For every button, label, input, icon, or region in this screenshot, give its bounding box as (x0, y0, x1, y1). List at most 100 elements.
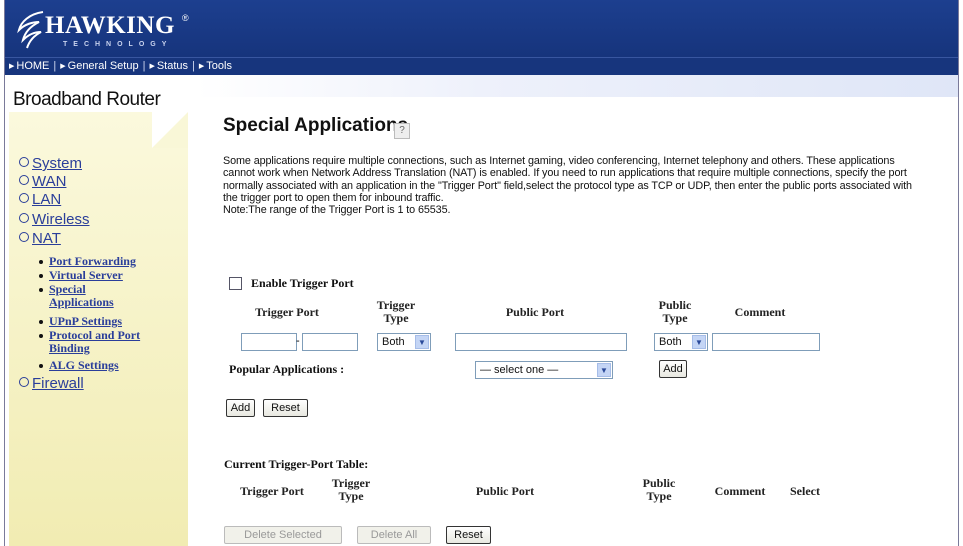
header-trigger-type-line1: Trigger (376, 298, 416, 312)
header-comment: Comment (734, 305, 786, 319)
table-header-trigger-type: Trigger Type (329, 477, 373, 503)
nav-home[interactable]: ▶ HOME (5, 58, 53, 75)
bullet-dot-icon (39, 334, 43, 338)
registered-mark: ® (182, 13, 189, 23)
public-port-input[interactable] (455, 333, 627, 351)
table-header-public-port: Public Port (475, 484, 535, 498)
sidebar-subitem-label: Protocol and Port Binding (49, 328, 141, 355)
table-header-public-type-line2: Type (646, 489, 672, 503)
nav-status-label: Status (156, 60, 189, 72)
sidebar-item-wan[interactable]: WAN (19, 173, 66, 190)
delete-all-button[interactable]: Delete All (357, 526, 431, 544)
table-header-trigger-type-line1: Trigger (331, 476, 371, 490)
sidebar-item-label: WAN (32, 173, 67, 190)
header-public-type-line2: Type (662, 311, 688, 325)
sidebar-subitem-alg-settings[interactable]: ALG Settings (39, 359, 184, 372)
chevron-down-icon: ▼ (415, 335, 429, 349)
add-button[interactable]: Add (226, 399, 255, 417)
public-type-value: Both (659, 336, 682, 348)
popular-applications-label: Popular Applications : (229, 362, 345, 376)
sidebar-subitem-label: Virtual Server (49, 268, 123, 282)
sidebar-item-wireless[interactable]: Wireless (19, 211, 90, 228)
reset-button[interactable]: Reset (263, 399, 308, 417)
circle-bullet-icon (19, 213, 29, 223)
trigger-port-end-input[interactable] (302, 333, 358, 351)
header-bar: HAWKING ® TECHNOLOGY (5, 0, 958, 57)
bullet-dot-icon (39, 260, 43, 264)
hawking-logo: HAWKING ® TECHNOLOGY (15, 6, 205, 52)
table-header-comment: Comment (714, 484, 766, 498)
sidebar-subitem-upnp-settings[interactable]: UPnP Settings (39, 314, 184, 328)
page-title: Special Applications (223, 115, 409, 136)
sidebar-subitem-label: Special Applications (49, 282, 114, 309)
logo-subtext: TECHNOLOGY (63, 41, 173, 48)
table-reset-button[interactable]: Reset (446, 526, 491, 544)
header-public-type: Public Type (651, 299, 699, 325)
help-icon[interactable]: ? (394, 123, 410, 139)
table-header-public-type: Public Type (637, 477, 681, 503)
public-type-select[interactable]: Both ▼ (654, 333, 708, 351)
sidebar-subitem-protocol-port-binding[interactable]: Protocol and Port Binding (39, 328, 167, 355)
sidebar-item-label: Firewall (32, 375, 84, 392)
sidebar-item-firewall[interactable]: Firewall (19, 375, 84, 392)
triangle-right-icon: ▶ (149, 63, 155, 70)
triangle-right-icon: ▶ (9, 63, 15, 70)
nav-general-setup[interactable]: ▶ General Setup (56, 58, 142, 75)
circle-bullet-icon (19, 175, 29, 185)
add-popular-button[interactable]: Add (659, 360, 687, 378)
nav-tools-label: Tools (206, 60, 232, 72)
table-header-select: Select (790, 484, 820, 498)
port-range-separator: - (296, 335, 300, 347)
top-nav: ▶ HOME | ▶ General Setup | ▶ Status | ▶ Tools (5, 57, 958, 75)
comment-input[interactable] (712, 333, 820, 351)
logo-text: HAWKING (45, 12, 175, 39)
note-text: Note:The range of the Trigger Port is 1 … (223, 204, 451, 217)
sidebar-item-lan[interactable]: LAN (19, 191, 61, 208)
nav-home-label: HOME (16, 60, 50, 72)
enable-trigger-port-checkbox[interactable] (229, 277, 242, 290)
header-public-port: Public Port (505, 305, 565, 319)
header-public-type-line1: Public (658, 298, 692, 312)
circle-bullet-icon (19, 157, 29, 167)
sidebar-item-label: System (32, 155, 83, 172)
sidebar-item-system[interactable]: System (19, 155, 82, 172)
nav-status[interactable]: ▶ Status (145, 58, 192, 75)
header-trigger-type: Trigger Type (372, 299, 420, 325)
sidebar-item-nat[interactable]: NAT (19, 230, 61, 247)
chevron-down-icon: ▼ (692, 335, 706, 349)
sidebar: System WAN LAN Wireless NAT Port Forward… (9, 112, 188, 546)
header-trigger-type-line2: Type (383, 311, 409, 325)
table-header-public-type-line1: Public (642, 476, 676, 490)
sidebar-item-label: NAT (32, 230, 61, 247)
triangle-right-icon: ▶ (60, 63, 66, 70)
table-header-trigger-type-line2: Type (338, 489, 364, 503)
circle-bullet-icon (19, 232, 29, 242)
nav-general-setup-label: General Setup (67, 60, 139, 72)
sidebar-subitem-port-forwarding[interactable]: Port Forwarding (39, 254, 184, 268)
bullet-dot-icon (39, 288, 43, 292)
sidebar-subitem-virtual-server[interactable]: Virtual Server (39, 268, 184, 282)
nav-tools[interactable]: ▶ Tools (195, 58, 236, 75)
sidebar-subitem-label: Port Forwarding (49, 254, 136, 268)
circle-bullet-icon (19, 377, 29, 387)
table-header-trigger-port: Trigger Port (240, 484, 304, 498)
hawk-swoosh-icon (17, 11, 44, 49)
page-description: Some applications require multiple conne… (223, 155, 928, 216)
router-admin-page: HAWKING ® TECHNOLOGY ▶ HOME | ▶ General Setu… (4, 0, 959, 546)
bullet-dot-icon (39, 274, 43, 278)
popular-applications-value: — select one — (480, 364, 559, 376)
trigger-type-select[interactable]: Both ▼ (377, 333, 431, 351)
sidebar-subitem-special-applications[interactable]: Special Applications (39, 282, 149, 309)
sidebar-corner (152, 112, 188, 148)
popular-applications-select[interactable]: — select one — ▼ (475, 361, 613, 379)
chevron-down-icon: ▼ (597, 363, 611, 377)
trigger-port-start-input[interactable] (241, 333, 297, 351)
sidebar-subitem-label: UPnP Settings (49, 314, 123, 328)
table-caption: Current Trigger-Port Table: (224, 457, 369, 471)
bullet-dot-icon (39, 320, 43, 324)
sidebar-item-label: Wireless (32, 211, 90, 228)
description-text: Some applications require multiple conne… (223, 155, 912, 204)
delete-selected-button[interactable]: Delete Selected (224, 526, 342, 544)
sidebar-item-label: LAN (32, 191, 62, 208)
header-trigger-port: Trigger Port (255, 305, 319, 319)
